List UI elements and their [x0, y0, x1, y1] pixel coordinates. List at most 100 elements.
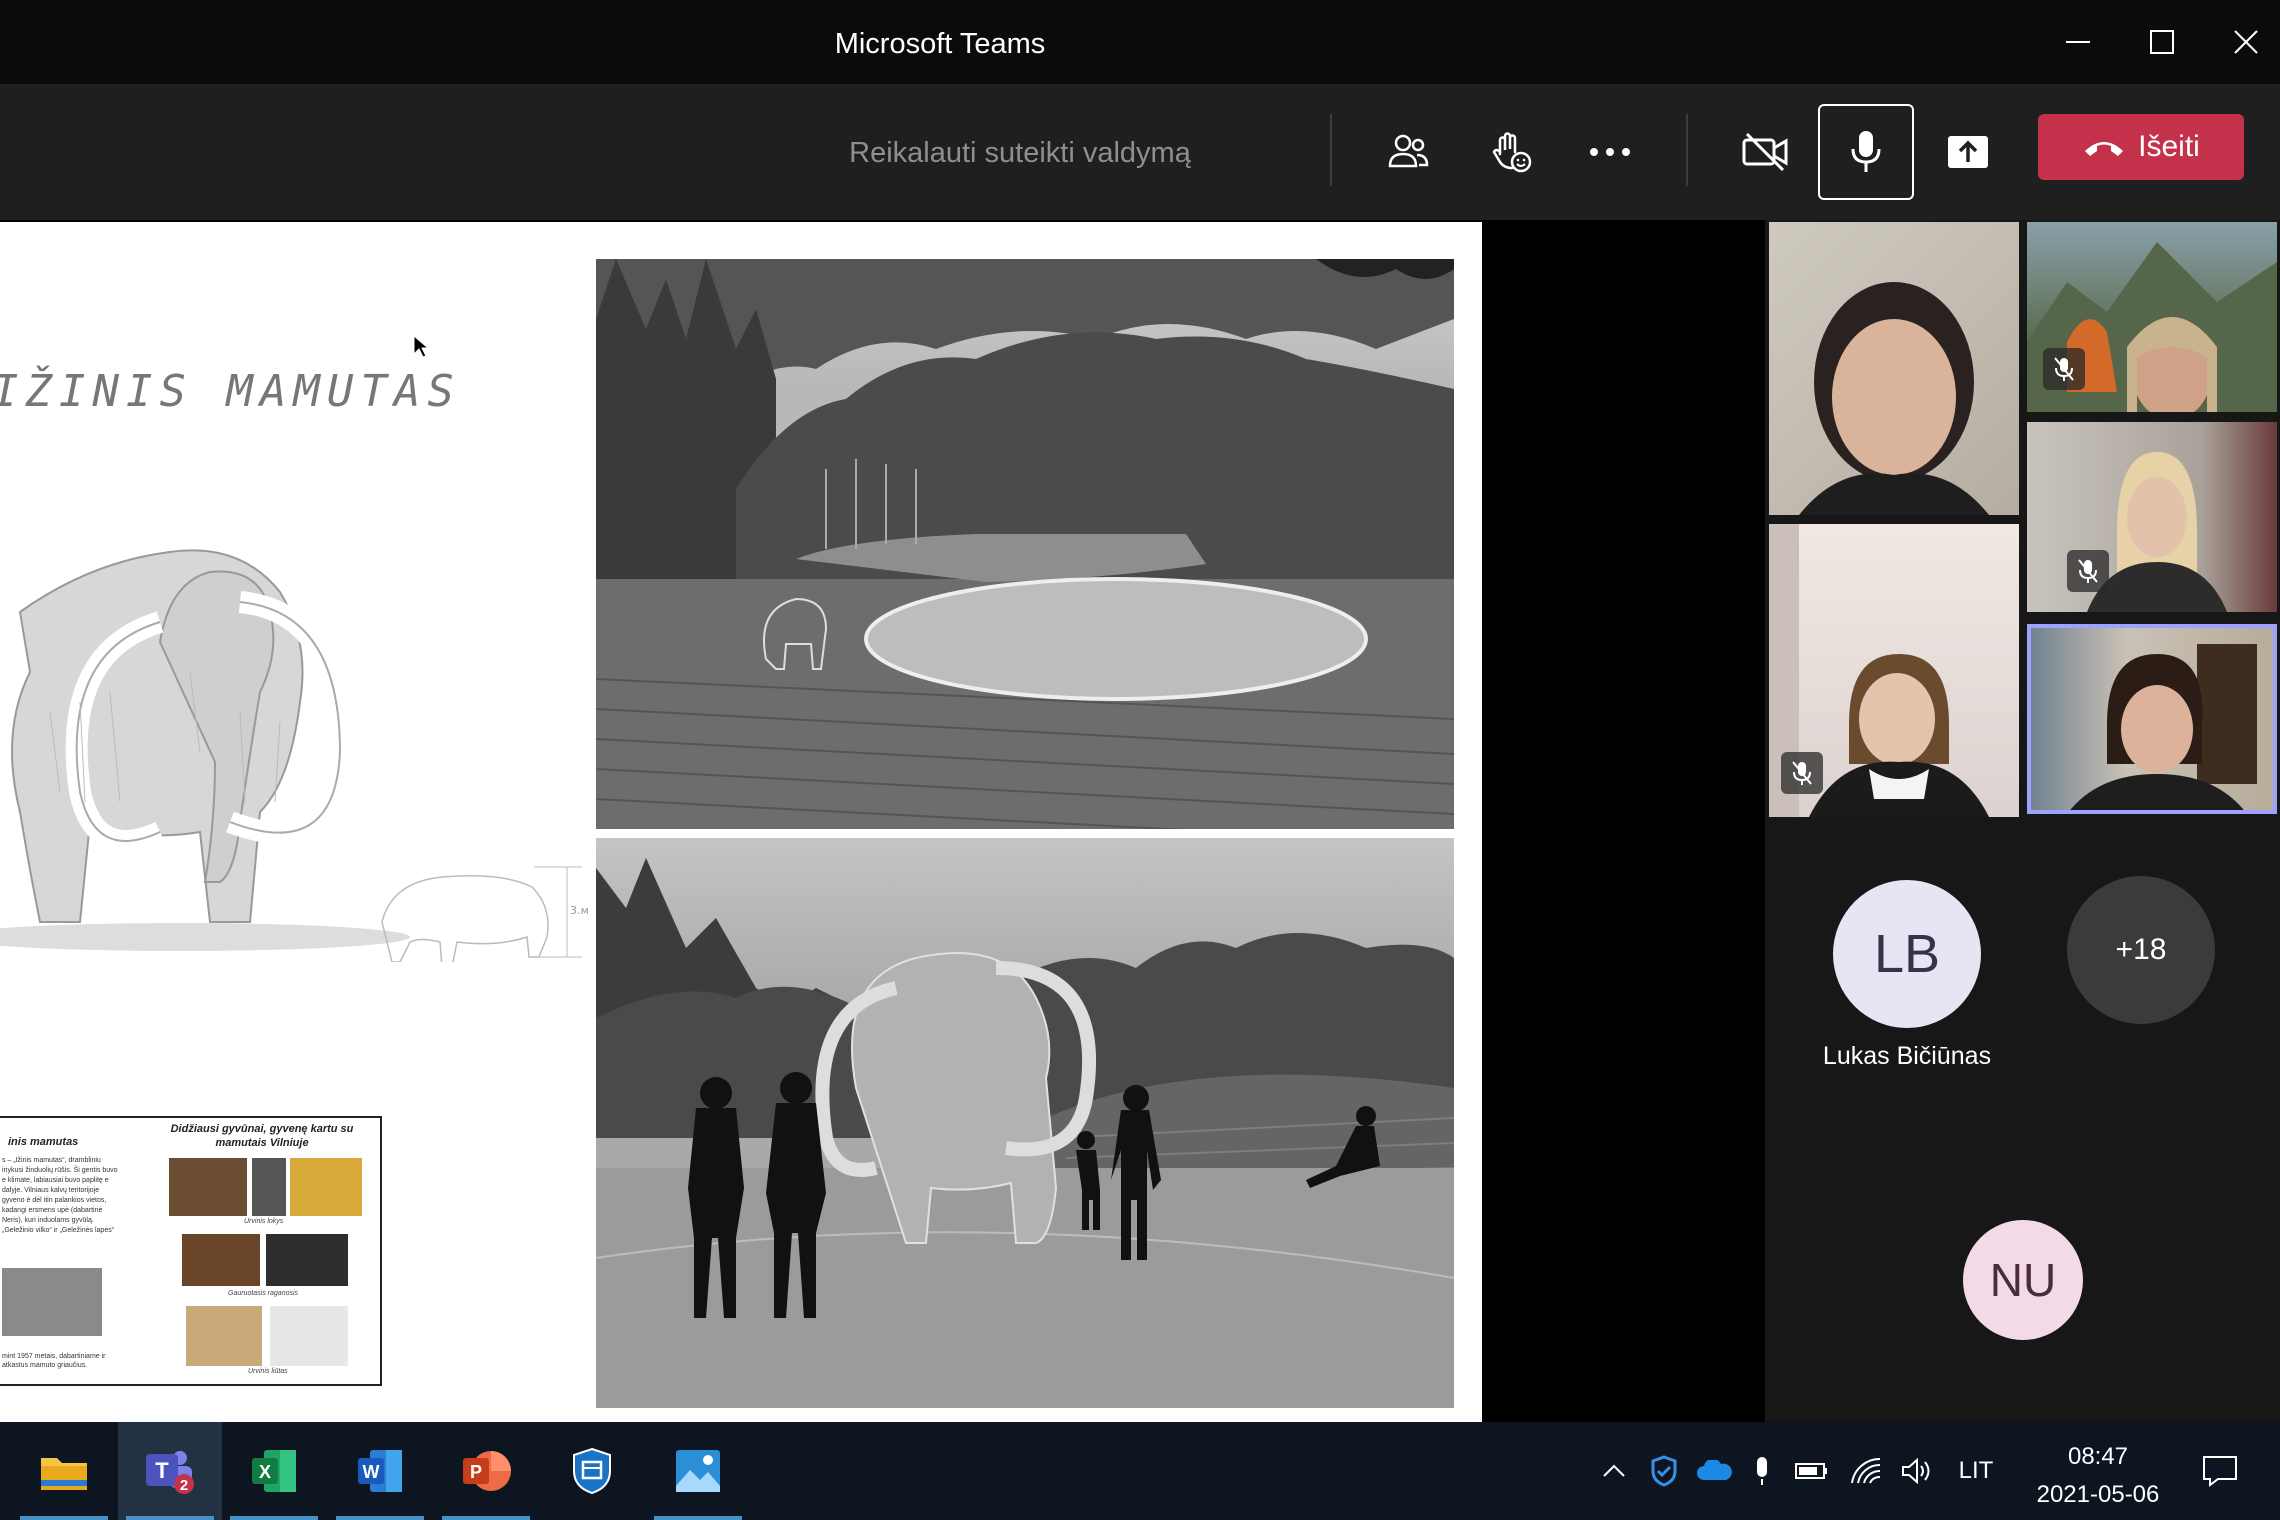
- taskbar-security[interactable]: [540, 1422, 644, 1520]
- raise-hand-icon: [1492, 132, 1532, 173]
- mammoth-scene-photo: [596, 838, 1454, 1408]
- info-poster: inis mamutas Didžiausi gyvūnai, gyvenę k…: [0, 1116, 382, 1386]
- powerpoint-icon: P: [463, 1451, 511, 1491]
- tray-defender[interactable]: [1644, 1422, 1684, 1520]
- title-bar: Microsoft Teams: [0, 0, 2280, 84]
- tray-network[interactable]: [1846, 1422, 1886, 1520]
- maximize-icon: [2150, 30, 2174, 54]
- more-options-button[interactable]: [1562, 104, 1658, 200]
- participant-video: [2087, 452, 2227, 612]
- share-content-button[interactable]: [1920, 104, 2016, 200]
- poster-footer-text: mint 1957 metais, dabartiniame ir atkast…: [2, 1353, 106, 1369]
- more-participants-button[interactable]: +18: [2067, 876, 2215, 1024]
- svg-text:W: W: [363, 1462, 380, 1482]
- participant-video: [2067, 644, 2257, 814]
- show-hidden-icons-button[interactable]: [1594, 1422, 1634, 1520]
- leave-label: Išeiti: [2138, 130, 2200, 163]
- amphitheatre-photo: [596, 259, 1454, 829]
- participant-avatar[interactable]: NU: [1963, 1220, 2083, 1340]
- poster-caption-1: Urvinis lokys: [244, 1218, 284, 1225]
- meeting-toolbar: Reikalauti suteikti valdymą Išeiti: [0, 84, 2280, 220]
- close-button[interactable]: [2204, 0, 2280, 84]
- hang-up-icon: [2085, 142, 2124, 156]
- excel-icon: X: [252, 1450, 296, 1492]
- notification-icon: [2203, 1456, 2237, 1487]
- video-tile[interactable]: [1769, 222, 2019, 515]
- participant-video: [1799, 282, 1989, 515]
- participant-avatar[interactable]: LB: [1833, 880, 1981, 1028]
- camera-toggle-button[interactable]: [1718, 104, 1814, 200]
- shared-content-stage: IŽINIS MAMUTAS 3.м inis mamutas Didžiaus…: [0, 220, 1765, 1424]
- maximize-button[interactable]: [2120, 0, 2204, 84]
- poster-right-heading: Didžiausi gyvūnai, gyvenę kartu su mamut…: [170, 1123, 354, 1149]
- tray-volume[interactable]: [1894, 1422, 1938, 1520]
- participants-button[interactable]: [1360, 104, 1456, 200]
- mouse-cursor-icon: [413, 334, 430, 358]
- poster-caption-3: Urvinis liūtas: [248, 1368, 288, 1375]
- window-title: Microsoft Teams: [834, 28, 1046, 60]
- video-tile[interactable]: [1769, 524, 2019, 817]
- taskbar-excel[interactable]: X: [222, 1422, 326, 1520]
- taskbar-word[interactable]: W: [328, 1422, 432, 1520]
- camera-off-icon: [1742, 132, 1788, 172]
- muted-indicator: [1781, 752, 1823, 794]
- share-screen-icon: [1948, 136, 1988, 168]
- cloud-icon: [1697, 1460, 1732, 1480]
- participants-panel: LB Lukas Bičiūnas +18 NU: [1765, 220, 2280, 1422]
- svg-text:T: T: [155, 1458, 169, 1483]
- tray-microphone[interactable]: [1742, 1422, 1782, 1520]
- scale-sketch: [381, 866, 582, 962]
- tray-onedrive[interactable]: [1694, 1422, 1734, 1520]
- teams-icon: T 2: [146, 1451, 194, 1494]
- defender-shield-icon: [1651, 1455, 1677, 1487]
- poster-bear-skeleton: [252, 1158, 286, 1216]
- poster-skull-photo: [290, 1158, 362, 1216]
- muted-indicator: [2067, 550, 2109, 592]
- taskbar-file-explorer[interactable]: [12, 1422, 116, 1520]
- svg-text:P: P: [470, 1462, 482, 1482]
- poster-body-text: s – „Ižinis mamutas“, drambliniu inykusi…: [2, 1157, 118, 1234]
- microphone-icon: [1851, 131, 1881, 172]
- poster-lion-photo: [186, 1306, 262, 1366]
- avatar-initials: NU: [1989, 1254, 2057, 1306]
- leave-button[interactable]: Išeiti: [2038, 114, 2244, 180]
- svg-text:X: X: [259, 1462, 271, 1482]
- mic-off-icon: [1792, 761, 1812, 785]
- poster-rhino-photo: [182, 1234, 260, 1286]
- scale-label: 3.м: [570, 904, 589, 917]
- reactions-button[interactable]: [1462, 104, 1558, 200]
- video-tile-speaking[interactable]: [2027, 624, 2277, 814]
- keyboard-language[interactable]: LIT: [1946, 1422, 2006, 1520]
- minimize-icon: [2066, 41, 2090, 43]
- word-icon: W: [358, 1450, 402, 1492]
- security-shield-icon: [573, 1447, 611, 1495]
- participants-icon: [1388, 134, 1429, 168]
- minimize-button[interactable]: [2036, 0, 2120, 84]
- folder-icon: [41, 1458, 87, 1490]
- clock-time: 08:47: [2067, 1443, 2129, 1470]
- poster-rhino-skeleton: [266, 1234, 348, 1286]
- taskbar-teams[interactable]: T 2: [118, 1422, 222, 1520]
- microphone-icon: [1757, 1457, 1767, 1485]
- battery-icon: [1795, 1463, 1827, 1479]
- taskbar-photos[interactable]: [646, 1422, 750, 1520]
- taskbar-clock[interactable]: 08:47 2021-05-06: [2016, 1438, 2180, 1514]
- close-icon: [2234, 30, 2258, 54]
- taskbar-powerpoint[interactable]: P: [434, 1422, 538, 1520]
- mic-off-icon: [2078, 559, 2098, 583]
- microphone-toggle-button[interactable]: [1818, 104, 1914, 200]
- toolbar-divider: [1686, 114, 1688, 186]
- poster-bear-photo: [169, 1158, 247, 1216]
- toolbar-divider: [1330, 114, 1332, 186]
- request-control-button[interactable]: Reikalauti suteikti valdymą: [800, 128, 1240, 178]
- muted-indicator: [2043, 348, 2085, 390]
- teams-badge-count: 2: [180, 1477, 188, 1494]
- tray-battery[interactable]: [1792, 1422, 1832, 1520]
- video-tile[interactable]: [2027, 222, 2277, 412]
- notification-center-button[interactable]: [2196, 1422, 2244, 1520]
- poster-caption-2: Gauruotasis raganosis: [228, 1290, 299, 1297]
- poster-mammoth-thumb: [2, 1268, 102, 1336]
- video-tile[interactable]: [2027, 422, 2277, 612]
- more-options-icon: [1590, 148, 1630, 156]
- poster-left-heading: inis mamutas: [8, 1136, 79, 1148]
